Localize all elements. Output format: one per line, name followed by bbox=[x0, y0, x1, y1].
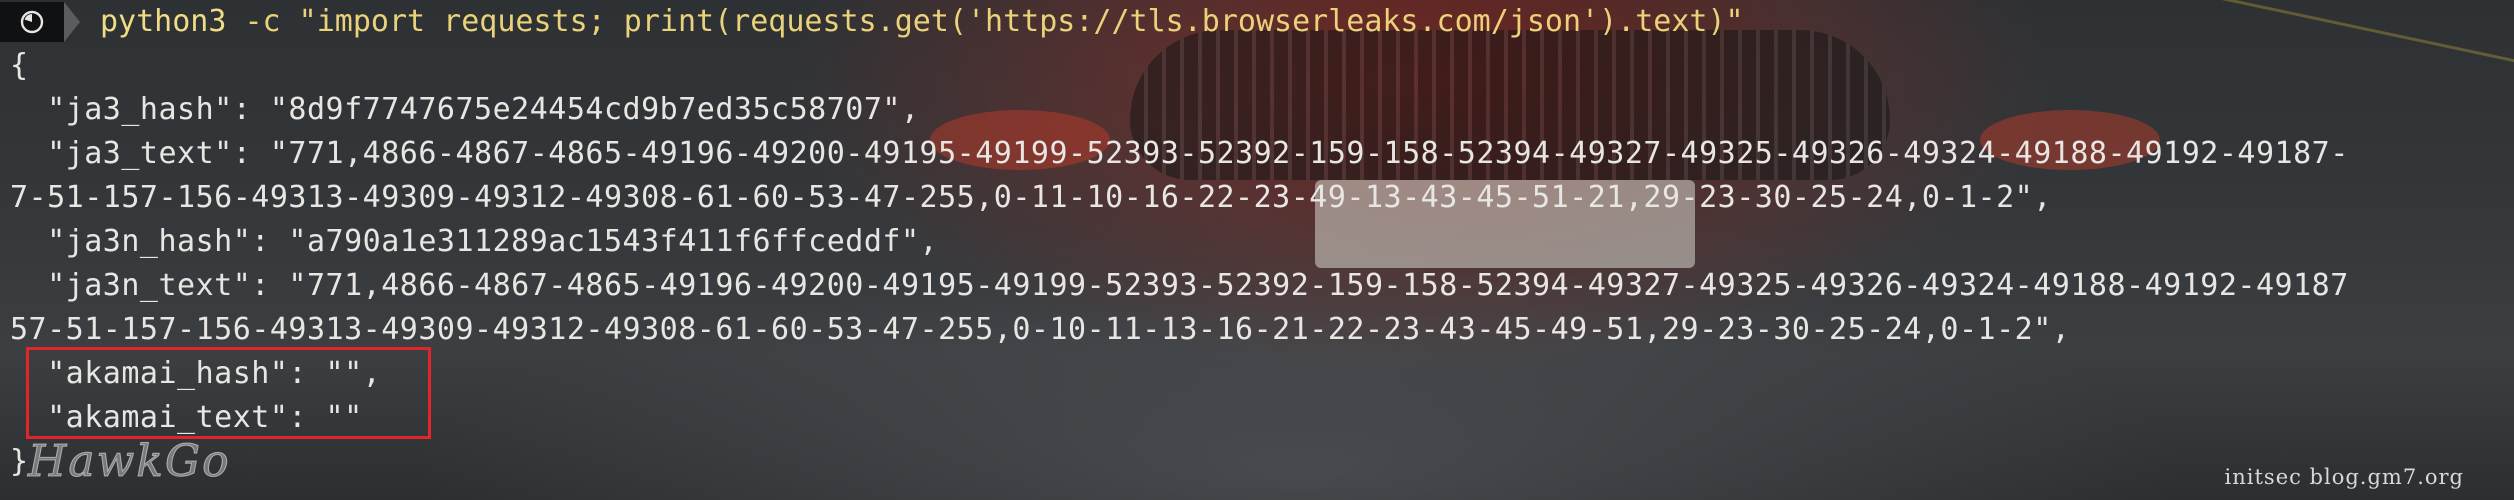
output-line: 7-51-157-156-49313-49309-49312-49308-61-… bbox=[10, 180, 2052, 215]
output-line: } bbox=[10, 444, 29, 479]
terminal-window[interactable]: python3 -c "import requests; print(reque… bbox=[0, 0, 2514, 500]
watermark-credit: initsec blog.gm7.org bbox=[2224, 465, 2464, 489]
command-args: -c "import requests; print(requests.get(… bbox=[226, 4, 1744, 39]
output-line: "ja3n_hash": "a790a1e311289ac1543f411f6f… bbox=[10, 224, 939, 259]
terminal-app-icon bbox=[0, 2, 64, 42]
prompt-separator-icon bbox=[64, 2, 80, 42]
output-line: { bbox=[10, 48, 29, 83]
output-line: "ja3_hash": "8d9f7747675e24454cd9b7ed35c… bbox=[10, 92, 920, 127]
output-line: "ja3_text": "771,4866-4867-4865-49196-49… bbox=[10, 136, 2349, 171]
output-line: "ja3n_text": "771,4866-4867-4865-49196-4… bbox=[10, 268, 2349, 303]
output-line: 57-51-157-156-49313-49309-49312-49308-61… bbox=[10, 312, 2071, 347]
prompt-line: python3 -c "import requests; print(reque… bbox=[0, 0, 1744, 44]
command-name: python3 bbox=[100, 4, 227, 39]
akamai-highlight-box bbox=[26, 347, 431, 439]
watermark-logo: HawkGo bbox=[28, 436, 231, 487]
